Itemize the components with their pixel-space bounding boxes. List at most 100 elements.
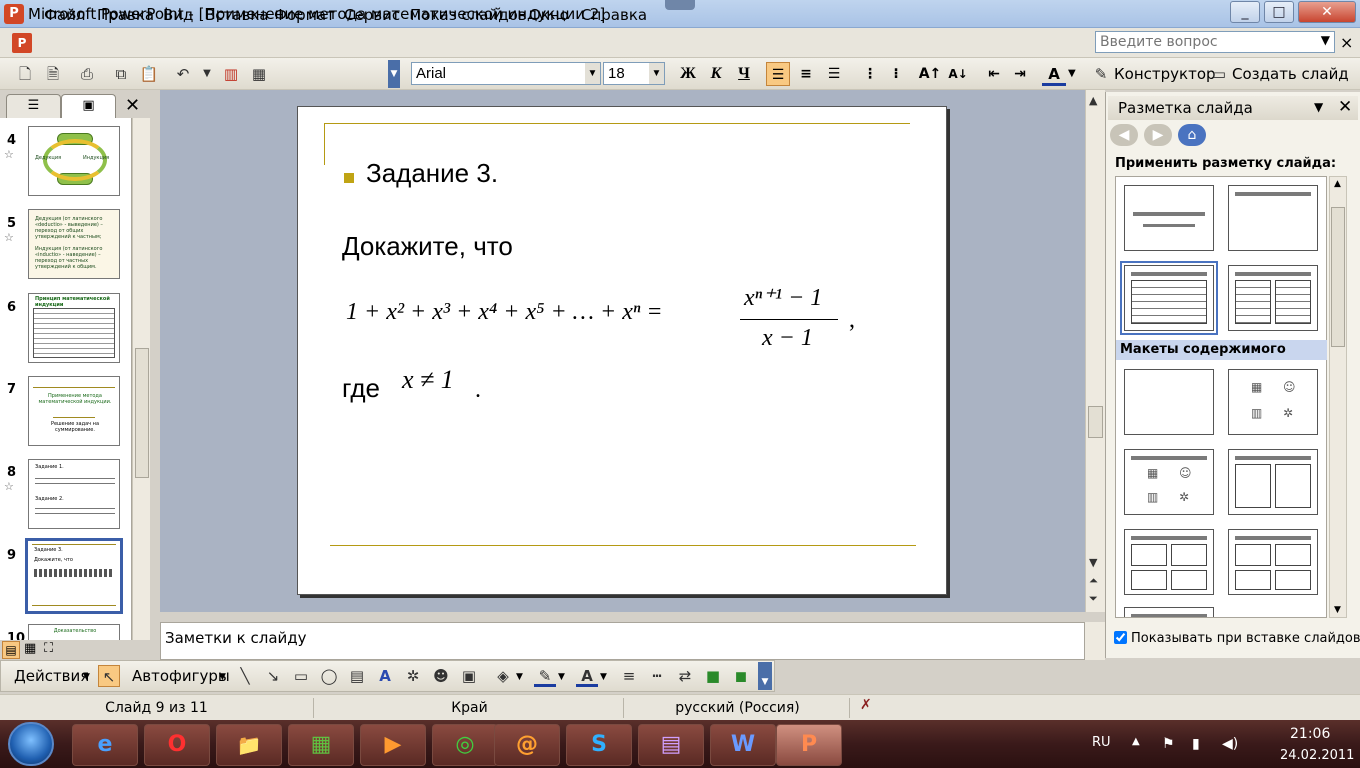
spelling-icon[interactable]: ✗ (860, 697, 872, 713)
home-icon[interactable]: ⌂ (1178, 124, 1206, 146)
fill-dropdown-icon[interactable]: ▼ (516, 672, 523, 682)
menu-format[interactable]: Формат (274, 6, 335, 24)
dash-style-icon[interactable]: ┅ (646, 665, 668, 687)
close-window-button[interactable]: ✕ (1298, 1, 1356, 23)
oval-icon[interactable]: ◯ (318, 665, 340, 687)
line-style-icon[interactable]: ≡ (618, 665, 640, 687)
numbering-button[interactable]: ⋮ (858, 62, 882, 86)
slide-canvas[interactable]: Задание 3. Докажите, что 1 + x² + x³ + x… (297, 106, 947, 595)
font-size-select[interactable]: 18 ▼ (603, 62, 665, 85)
mail-taskbar-icon[interactable]: @ (494, 724, 560, 766)
wordart-icon[interactable]: A (374, 665, 396, 687)
line-color-dropdown-icon[interactable]: ▼ (558, 672, 565, 682)
close-doc-button[interactable]: × (1340, 33, 1353, 52)
notes-pane[interactable]: Заметки к слайду (160, 622, 1085, 660)
layout-title-slide[interactable] (1124, 185, 1214, 251)
menu-edit[interactable]: Правка (97, 6, 154, 24)
menu-file[interactable]: Файл (44, 6, 85, 24)
designer-icon[interactable]: ✎ (1090, 63, 1112, 85)
layout-four-content[interactable] (1124, 529, 1214, 595)
align-center-button[interactable]: ≡ (794, 62, 818, 86)
show-on-insert-option[interactable]: Показывать при вставке слайдов (1114, 631, 1360, 646)
maximize-button[interactable]: □ (1264, 1, 1294, 23)
table-icon[interactable]: ▦ (248, 63, 270, 85)
layout-two-content[interactable] (1228, 449, 1318, 515)
grow-font-button[interactable]: A↑ (918, 62, 942, 86)
font-color-dropdown-icon[interactable]: ▼ (600, 672, 607, 682)
font-size-dropdown-icon[interactable]: ▼ (649, 63, 664, 84)
tab-slides[interactable]: ▣ (61, 94, 116, 118)
shrink-font-button[interactable]: A↓ (946, 62, 970, 86)
rectangle-icon[interactable]: ▭ (290, 665, 312, 687)
new-slide-button[interactable]: Создать слайд (1232, 65, 1349, 83)
app-taskbar-icon[interactable]: ▦ (288, 724, 354, 766)
powerpoint-taskbar-icon[interactable]: P (776, 724, 842, 766)
scroll-down-icon[interactable]: ▼ (1334, 605, 1341, 615)
font-color-button[interactable]: A (1042, 62, 1066, 86)
undo-icon[interactable]: ↶ (172, 63, 194, 85)
notes-scrollbar[interactable] (1085, 622, 1105, 660)
ie-taskbar-icon[interactable]: e (72, 724, 138, 766)
menu-help[interactable]: Справка (581, 6, 647, 24)
line-icon[interactable]: ╲ (234, 665, 256, 687)
fill-color-icon[interactable]: ◈ (492, 665, 514, 687)
font-color-icon[interactable]: A (576, 665, 598, 687)
normal-view-icon[interactable]: ▤ (2, 641, 20, 659)
layout-title-and-content[interactable]: ▦ ☺ ▥ ✲ (1124, 449, 1214, 515)
task-pane-close-icon[interactable]: ✕ (1338, 97, 1352, 117)
select-pointer-icon[interactable]: ↖ (98, 665, 120, 687)
menu-slide-show[interactable]: Показ слайдов (410, 6, 527, 24)
textbox-icon[interactable]: ▤ (346, 665, 368, 687)
font-family-select[interactable]: Arial ▼ (411, 62, 601, 85)
slide-text-where[interactable]: где (342, 373, 380, 404)
slide-sorter-icon[interactable]: ▦ (24, 641, 36, 656)
word-taskbar-icon[interactable]: W (710, 724, 776, 766)
layout-two-columns[interactable] (1228, 265, 1318, 331)
slide-thumbnail-7[interactable]: Применение метода математической индукци… (28, 376, 120, 446)
task-pane-scrollbar[interactable]: ▲ ▼ (1329, 176, 1347, 618)
print-icon[interactable]: ⎙ (76, 63, 98, 85)
task-pane-dropdown-icon[interactable]: ▼ (1314, 100, 1323, 114)
menu-tools[interactable]: Сервис (344, 6, 400, 24)
line-color-icon[interactable]: ✎ (534, 665, 556, 687)
start-button[interactable] (8, 722, 54, 766)
close-panel-icon[interactable]: ✕ (125, 95, 140, 116)
slide-thumbnail-5[interactable]: Дедукция (от латинского «deductio» - выв… (28, 209, 120, 279)
layout-blank[interactable] (1124, 369, 1214, 435)
diagram-icon[interactable]: ✲ (402, 665, 424, 687)
3d-icon[interactable]: ◼ (730, 665, 752, 687)
toolbar-options-icon[interactable]: ▼ (388, 60, 400, 88)
designer-button[interactable]: Конструктор (1114, 65, 1216, 83)
menu-window[interactable]: Окно (529, 6, 569, 24)
next-slide-icon[interactable]: ⏷ (1089, 592, 1098, 606)
tab-outline[interactable]: ☰ (6, 94, 61, 118)
slide-thumbnail-9[interactable]: Задание 3. Докажите, что (25, 538, 123, 614)
formula-numerator[interactable]: xⁿ⁺¹ − 1 (744, 283, 822, 312)
scroll-down-icon[interactable]: ▼ (1089, 556, 1097, 569)
slide-thumbnail-8[interactable]: Задание 1. Задание 2. (28, 459, 120, 529)
font-family-dropdown-icon[interactable]: ▼ (585, 63, 600, 84)
clock-time[interactable]: 21:06 (1290, 726, 1330, 742)
align-right-button[interactable]: ☰ (822, 62, 846, 86)
increase-indent-button[interactable]: ⇥ (1008, 62, 1032, 86)
show-hidden-icons[interactable]: ▲ (1132, 736, 1140, 747)
slide-show-icon[interactable]: ⛶ (44, 641, 53, 656)
scroll-thumb[interactable] (1331, 207, 1345, 347)
layout-four-content-alt[interactable] (1228, 529, 1318, 595)
slide-thumbnail-4[interactable]: Дедукция Индукция (28, 126, 120, 196)
chart-icon[interactable]: ▥ (220, 63, 242, 85)
scroll-up-icon[interactable]: ▲ (1334, 179, 1341, 189)
scroll-thumb[interactable] (1088, 406, 1103, 438)
underline-button[interactable]: Ч (732, 62, 756, 86)
previous-slide-icon[interactable]: ⏶ (1089, 574, 1098, 588)
scroll-thumb[interactable] (135, 348, 149, 478)
minimize-button[interactable]: _ (1230, 1, 1260, 23)
decrease-indent-button[interactable]: ⇤ (982, 62, 1006, 86)
menu-insert[interactable]: Вставка (205, 6, 269, 24)
permission-icon[interactable]: 🗎 (42, 63, 64, 85)
ask-dropdown-icon[interactable]: ▼ (1321, 33, 1330, 47)
layout-content[interactable]: ▦ ☺ ▥ ✲ (1228, 369, 1318, 435)
font-color-dropdown-icon[interactable]: ▼ (1068, 68, 1076, 79)
actions-dropdown-icon[interactable]: ▼ (83, 672, 90, 682)
new-document-icon[interactable]: 🗋 (14, 63, 36, 85)
